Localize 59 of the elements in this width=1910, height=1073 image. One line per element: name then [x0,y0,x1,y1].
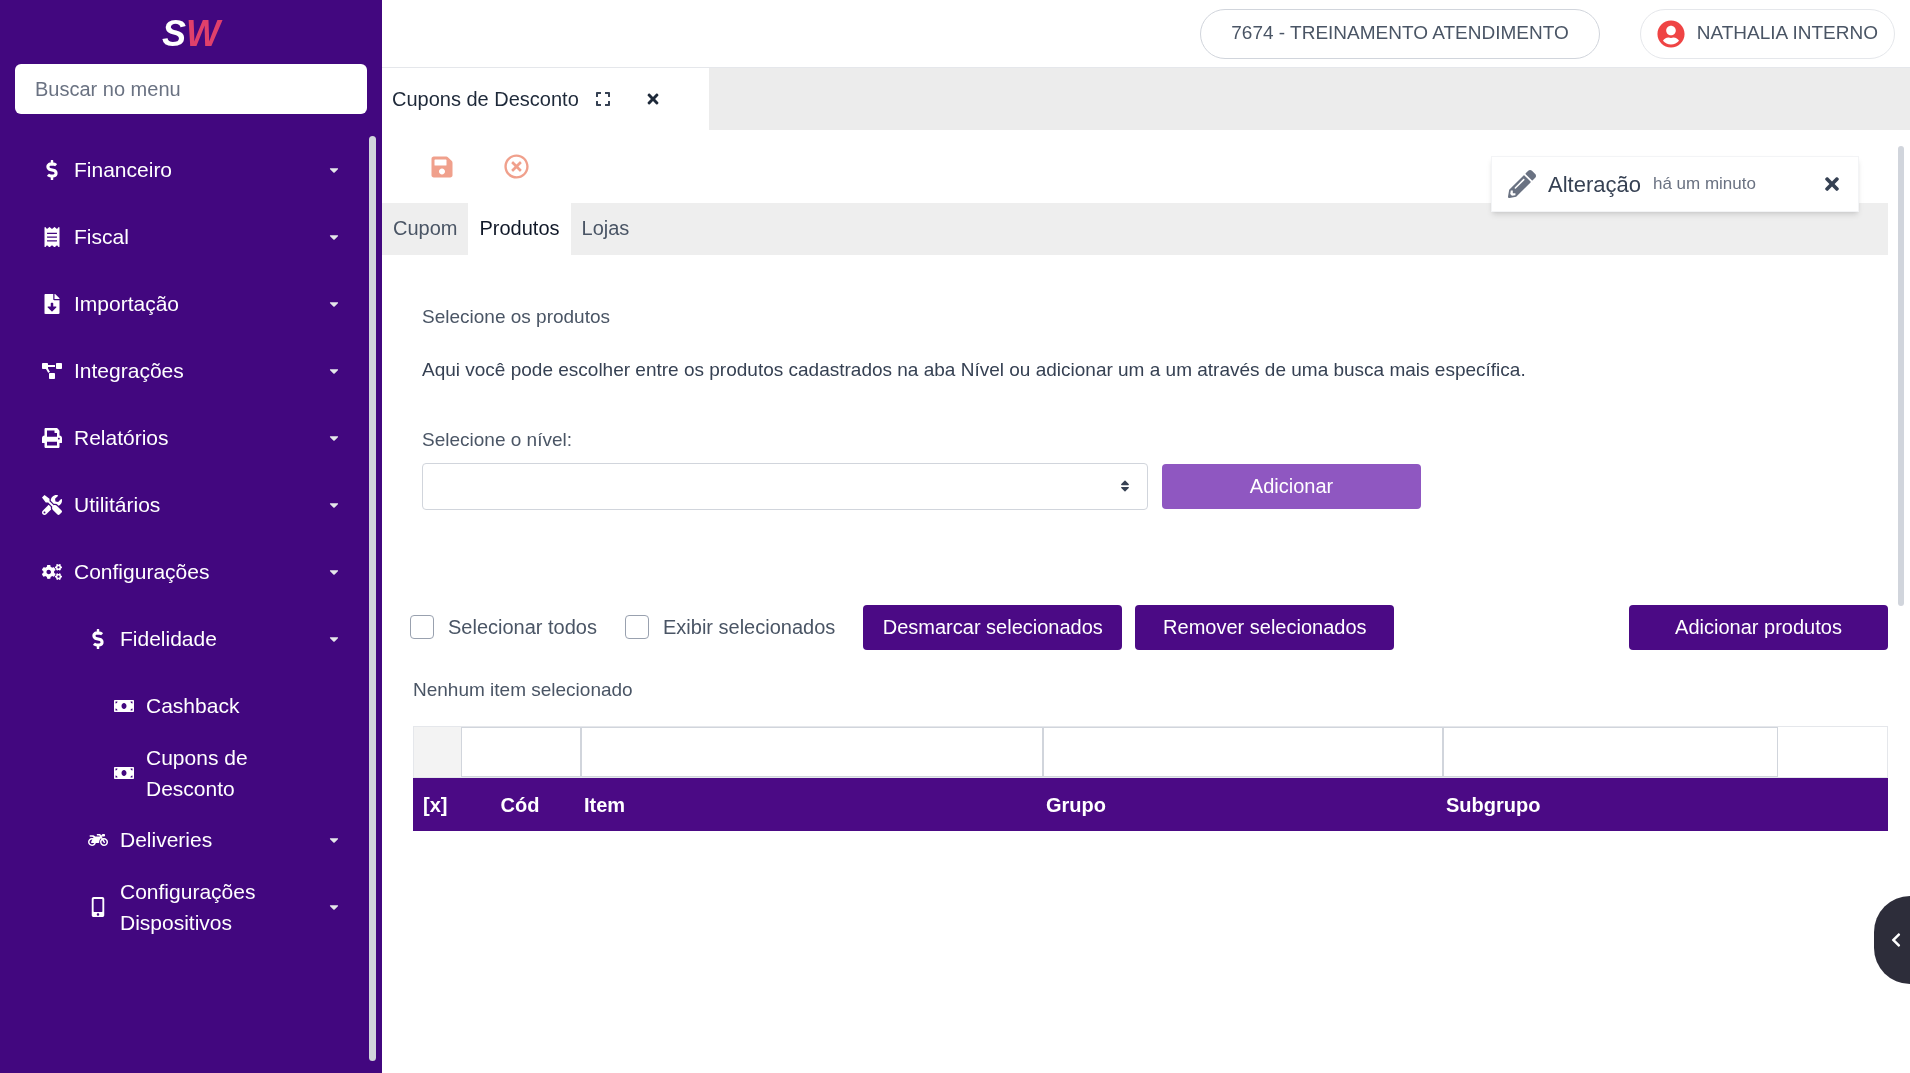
user-icon [1656,19,1685,48]
level-label: Selecione o nível: [422,428,573,452]
sidebar-item[interactable]: Configurações Dispositivos [0,873,369,940]
sidebar-item[interactable]: Cupons de Desconto [0,739,369,806]
column-header[interactable]: Item [580,789,1042,820]
close-icon[interactable] [1822,174,1842,194]
sidebar-item[interactable]: Fidelidade [0,605,369,672]
checkbox-label: Selecionar todos [448,615,597,640]
file-download-icon [42,293,62,314]
selection-status: Nenhum item selecionado [413,677,634,702]
receipt-icon [42,226,62,247]
cancel-icon[interactable] [504,154,529,179]
action-button[interactable]: Desmarcar selecionados [863,604,1123,650]
column-header[interactable]: Subgrupo [1442,789,1777,820]
checkbox[interactable] [410,615,434,639]
company-selector[interactable]: 7674 - TREINAMENTO ATENDIMENTO [1200,8,1600,59]
tab[interactable]: Lojas [570,200,641,255]
tab[interactable]: Cupom [382,200,469,255]
printer-icon [42,427,62,448]
sidebar-item[interactable]: Integrações [0,337,369,404]
sidebar-item[interactable]: Financeiro [0,136,369,203]
gears-icon [42,561,62,582]
sidebar-item[interactable]: Relatórios [0,404,369,471]
level-select[interactable] [422,462,1148,510]
search-field[interactable]: Buscar no menu [15,64,367,114]
table-cell [414,727,461,777]
filter-field[interactable] [581,727,1043,777]
save-icon[interactable] [430,154,454,179]
description: Aqui você pode escolher entre os produtos cadastrados na aba Nível ou adicionar um a um através de uma busca mais específica. [422,357,1527,382]
checkbox[interactable] [625,615,649,639]
sort-arrows-icon [1119,479,1131,493]
sidebar-item[interactable]: Fiscal [0,203,369,270]
scrollbar[interactable] [1898,146,1904,606]
notification-time: há um minuto [1652,173,1756,196]
sidebar-item[interactable]: Cashback [0,672,369,739]
checkbox-label: Exibir selecionados [663,615,836,640]
pencil-icon [1508,170,1536,198]
tab[interactable]: Produtos [468,200,571,255]
document-tab-title: Cupons de Desconto [392,87,579,112]
scrollbar[interactable] [369,136,376,1061]
column-header[interactable]: Grupo [1042,789,1442,820]
filter-field[interactable] [1043,727,1443,777]
sidebar-item[interactable]: Configurações [0,538,369,605]
add-button[interactable]: Adicionar [1162,463,1421,509]
notification-title: Alteração [1548,170,1641,199]
maximize-icon[interactable] [594,91,611,107]
action-button[interactable]: Remover selecionados [1135,604,1395,650]
filter-field[interactable] [461,727,581,777]
diagram-icon [42,360,62,381]
tools-icon [42,494,62,515]
column-header[interactable]: Cód [460,789,580,820]
filter-field[interactable] [1443,727,1778,777]
sidebar-item[interactable]: Deliveries [0,806,369,873]
add-products-button[interactable]: Adicionar produtos [1629,604,1888,650]
section-heading: Selecione os produtos [422,305,611,329]
document-tab[interactable]: Cupons de Desconto [382,68,709,130]
sidebar-item[interactable]: Importação [0,270,369,337]
column-header[interactable]: [x] [413,789,460,820]
sidebar-item[interactable]: Utilitários [0,471,369,538]
